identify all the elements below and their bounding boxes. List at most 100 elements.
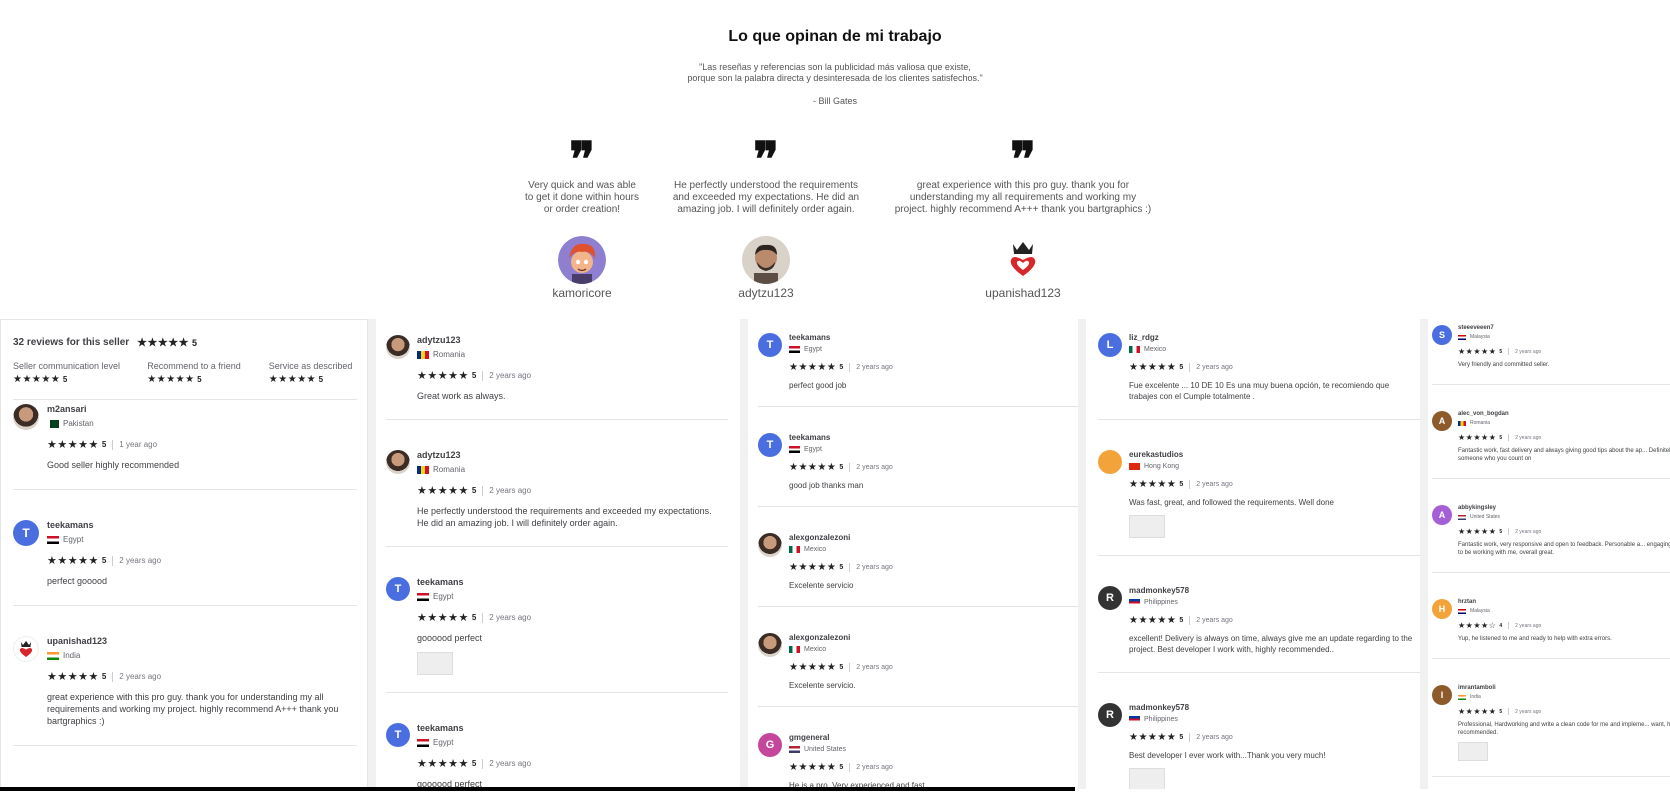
avatar[interactable]: A — [1432, 505, 1452, 525]
review-item: Ssteeeveeen7 Malaysia ★★★★★ 5 2 years ago Ver… — [1432, 325, 1670, 385]
avatar[interactable]: R — [1098, 703, 1122, 727]
rating-stars: ★★★★★ — [417, 370, 469, 382]
avatar[interactable]: G — [758, 733, 782, 757]
divider — [849, 763, 851, 772]
reviewer-name[interactable]: abbykingsley — [1458, 505, 1670, 511]
avatar[interactable]: T — [386, 577, 410, 601]
avatar[interactable] — [13, 404, 39, 430]
avatar[interactable]: T — [758, 333, 782, 357]
avatar — [558, 236, 606, 284]
reviewer-name[interactable]: madmonkey578 — [1129, 703, 1416, 712]
avatar[interactable] — [386, 335, 410, 359]
reviewer-country: Romania — [417, 350, 724, 359]
country-name: Hong Kong — [1144, 463, 1180, 470]
avatar[interactable] — [758, 533, 782, 557]
avatar[interactable] — [1098, 450, 1122, 474]
reviewer-name[interactable]: gmgeneral — [789, 733, 1074, 742]
rating-stars: ★★★★☆ — [1458, 621, 1497, 630]
attachment-thumbnail[interactable] — [1458, 742, 1488, 761]
reviewer-name[interactable]: teekamans — [789, 433, 1074, 442]
flag-icon — [417, 350, 429, 359]
reviewer-country: Philippines — [1129, 716, 1416, 723]
reviewer-name[interactable]: adytzu123 — [417, 335, 724, 345]
reviewer-name[interactable]: liz_rdgz — [1129, 333, 1416, 342]
avatar[interactable]: H — [1432, 599, 1452, 619]
review-item: Tteekamans Egypt ★★★★★ 5 2 years ago goooood … — [386, 562, 728, 693]
avatar[interactable]: T — [386, 723, 410, 747]
country-name: Mexico — [804, 646, 827, 653]
review-item: adytzu123 Romania ★★★★★ 5 2 years ago Great w… — [386, 335, 728, 420]
flag-icon — [1458, 694, 1466, 700]
review-item: Ggmgeneral United States ★★★★★ 5 2 years ago… — [758, 720, 1078, 789]
country-name: Pakistan — [63, 419, 94, 428]
avatar[interactable]: I — [1432, 685, 1452, 705]
review-date: 2 years ago — [856, 564, 893, 571]
review-item: Tteekamans Egypt ★★★★★ 5 2 years ago perfect … — [758, 333, 1078, 407]
divider — [112, 671, 114, 682]
flag-icon — [1129, 346, 1140, 353]
avatar[interactable]: A — [1432, 411, 1452, 431]
reviewer-country: Mexico — [789, 546, 1074, 553]
reviewer-name[interactable]: teekamans — [789, 333, 1074, 342]
horizontal-scrollbar[interactable] — [0, 787, 1075, 791]
rating-stars: ★★★★★ — [1458, 707, 1497, 716]
avatar[interactable]: T — [758, 433, 782, 457]
reviewer-name[interactable]: alexgonzalezoni — [789, 633, 1074, 642]
review-text: He perfectly understood the requirements… — [417, 506, 712, 528]
reviewer-name[interactable]: teekamans — [47, 520, 353, 530]
category-stars: ★★★★★ — [268, 374, 317, 385]
avatar[interactable]: S — [1432, 325, 1452, 345]
country-name: Malaysia — [1470, 608, 1490, 614]
reviewer-name[interactable]: eurekastudios — [1129, 450, 1416, 459]
flag-icon — [1458, 420, 1466, 426]
quote-icon: ❞ — [1010, 140, 1036, 174]
review-date: 2 years ago — [856, 464, 893, 471]
divider — [482, 612, 484, 623]
review-text: perfect good job — [789, 381, 847, 390]
reviewer-name[interactable]: teekamans — [417, 723, 724, 733]
reviewer-name[interactable]: alexgonzalezoni — [789, 533, 1074, 542]
country-name: India — [63, 651, 81, 660]
rating-stars: ★★★★★ — [789, 762, 837, 773]
avatar[interactable]: T — [13, 520, 39, 546]
review-date: 2 years ago — [1196, 734, 1233, 741]
attachment-thumbnail[interactable] — [1129, 515, 1165, 538]
review-date: 2 years ago — [1515, 434, 1542, 441]
rating-score: 5 — [1499, 348, 1503, 355]
reviewer-country: Pakistan — [47, 419, 353, 428]
reviewer-country: Hong Kong — [1129, 463, 1416, 470]
rating-stars: ★★★★★ — [1129, 362, 1177, 373]
avatar[interactable] — [13, 636, 39, 662]
review-list: Lliz_rdgz Mexico ★★★★★ 5 2 years ago Fue exce… — [1098, 333, 1420, 789]
avatar[interactable] — [386, 450, 410, 474]
attachment-thumbnail[interactable] — [1129, 768, 1165, 789]
rating-score: 5 — [101, 556, 107, 565]
reviewer-name[interactable]: madmonkey578 — [1129, 586, 1416, 595]
reviewer-name[interactable]: teekamans — [417, 577, 724, 587]
flag-icon — [1458, 608, 1466, 614]
avatar[interactable]: L — [1098, 333, 1122, 357]
reviews-summary: 32 reviews for this seller ★★★★★ 5 Selle… — [13, 336, 357, 400]
reviewer-name[interactable]: hrztan — [1458, 599, 1670, 605]
country-name: Romania — [1470, 420, 1491, 426]
avatar[interactable]: R — [1098, 586, 1122, 610]
divider — [112, 555, 114, 566]
reviewer-name[interactable]: imrantamboli — [1458, 685, 1670, 691]
rating-score: 5 — [1179, 364, 1184, 371]
avatar[interactable] — [758, 633, 782, 657]
flag-icon — [1129, 599, 1140, 606]
review-item: m2ansari Pakistan ★★★★★ 5 1 year ago Good sel… — [13, 404, 357, 490]
review-item: alexgonzalezoni Mexico ★★★★★ 5 2 years ago Ex… — [758, 620, 1078, 707]
reviewer-name[interactable]: steeeveeen7 — [1458, 325, 1670, 331]
reviewer-country: Egypt — [789, 446, 1074, 453]
reviewer-name[interactable]: m2ansari — [47, 404, 353, 414]
reviewer-name[interactable]: upanishad123 — [47, 636, 353, 646]
review-text: Good seller highly recommended — [47, 460, 180, 470]
flag-icon — [1458, 334, 1466, 340]
column-divider — [368, 319, 376, 789]
attachment-thumbnail[interactable] — [417, 652, 453, 675]
reviewer-name[interactable]: alec_von_bogdan — [1458, 411, 1670, 417]
rating-score: 5 — [1499, 434, 1503, 441]
review-text: Yup, he listened to me and ready to help… — [1458, 636, 1612, 642]
reviewer-name[interactable]: adytzu123 — [417, 450, 724, 460]
